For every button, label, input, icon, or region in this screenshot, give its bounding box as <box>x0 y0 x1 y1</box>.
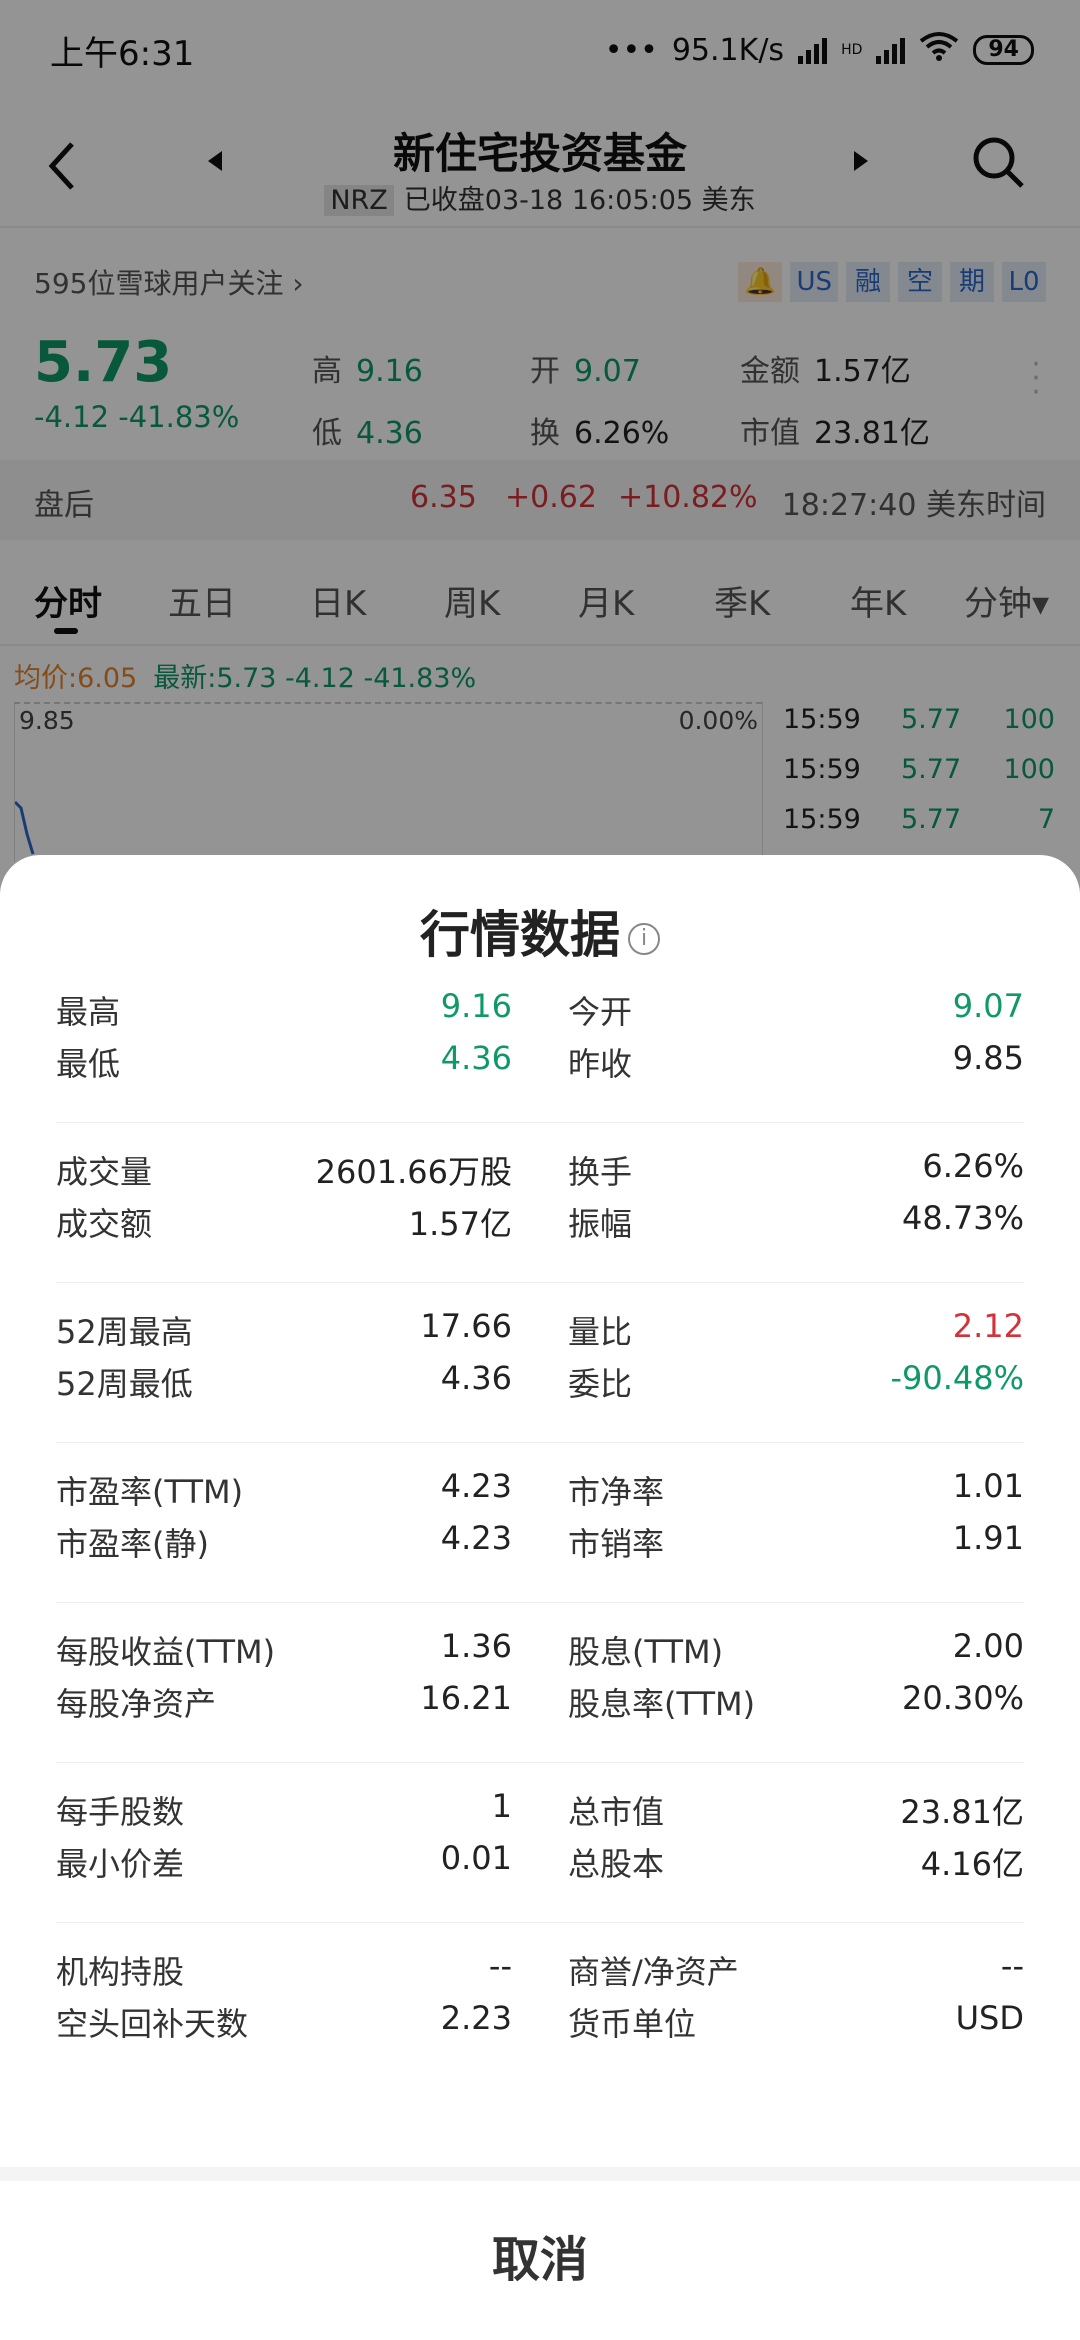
stats-group-volume: 成交量 2601.66万股 换手 6.26% 成交额 1.57亿 振幅 48.73% <box>56 1122 1024 1307</box>
stat-row: 每股净资产 16.21 股息率(TTM) 20.30% <box>56 1679 1024 1723</box>
cancel-button[interactable]: 取消 <box>0 2181 1080 2340</box>
stat-row: 最低 4.36 昨收 9.85 <box>56 1039 1024 1083</box>
stats-group-valuation: 市盈率(TTM) 4.23 市净率 1.01 市盈率(静) 4.23 市销率 1.91 <box>56 1442 1024 1627</box>
market-data-sheet: 行情数据 i 最高 9.16 今开 9.07 最低 4.36 昨收 9.85 成交量 260… <box>0 855 1080 2340</box>
stat-row: 最高 9.16 今开 9.07 <box>56 987 1024 1031</box>
divider <box>56 1602 1024 1603</box>
stat-row: 空头回补天数 2.23 货币单位 USD <box>56 1999 1024 2043</box>
stats-group-pershare: 每股收益(TTM) 1.36 股息(TTM) 2.00 每股净资产 16.21 股息率… <box>56 1602 1024 1787</box>
stats-group-other: 机构持股 -- 商誉/净资产 -- 空头回补天数 2.23 货币单位 USD <box>56 1922 1024 2107</box>
stats-group-52week: 52周最高 17.66 量比 2.12 52周最低 4.36 委比 -90.48% <box>56 1282 1024 1467</box>
stat-row: 最小价差 0.01 总股本 4.16亿 <box>56 1839 1024 1883</box>
divider <box>56 1442 1024 1443</box>
divider <box>0 2167 1080 2181</box>
stat-row: 52周最高 17.66 量比 2.12 <box>56 1307 1024 1351</box>
stats-group-price: 最高 9.16 今开 9.07 最低 4.36 昨收 9.85 <box>56 987 1024 1147</box>
stat-row: 成交量 2601.66万股 换手 6.26% <box>56 1147 1024 1191</box>
stats-group-shares: 每手股数 1 总市值 23.81亿 最小价差 0.01 总股本 4.16亿 <box>56 1762 1024 1947</box>
info-icon[interactable]: i <box>628 922 660 955</box>
stat-row: 机构持股 -- 商誉/净资产 -- <box>56 1947 1024 1991</box>
stat-row: 市盈率(静) 4.23 市销率 1.91 <box>56 1519 1024 1563</box>
divider <box>56 1762 1024 1763</box>
stat-row: 成交额 1.57亿 振幅 48.73% <box>56 1199 1024 1243</box>
stat-row: 市盈率(TTM) 4.23 市净率 1.01 <box>56 1467 1024 1511</box>
divider <box>56 1282 1024 1283</box>
stat-row: 52周最低 4.36 委比 -90.48% <box>56 1359 1024 1403</box>
divider <box>56 1122 1024 1123</box>
sheet-title: 行情数据 i <box>0 895 1080 967</box>
stats-grid: 最高 9.16 今开 9.07 最低 4.36 昨收 9.85 成交量 2601.66万股… <box>56 987 1024 2107</box>
divider <box>56 1922 1024 1923</box>
stat-row: 每股收益(TTM) 1.36 股息(TTM) 2.00 <box>56 1627 1024 1671</box>
stat-row: 每手股数 1 总市值 23.81亿 <box>56 1787 1024 1831</box>
